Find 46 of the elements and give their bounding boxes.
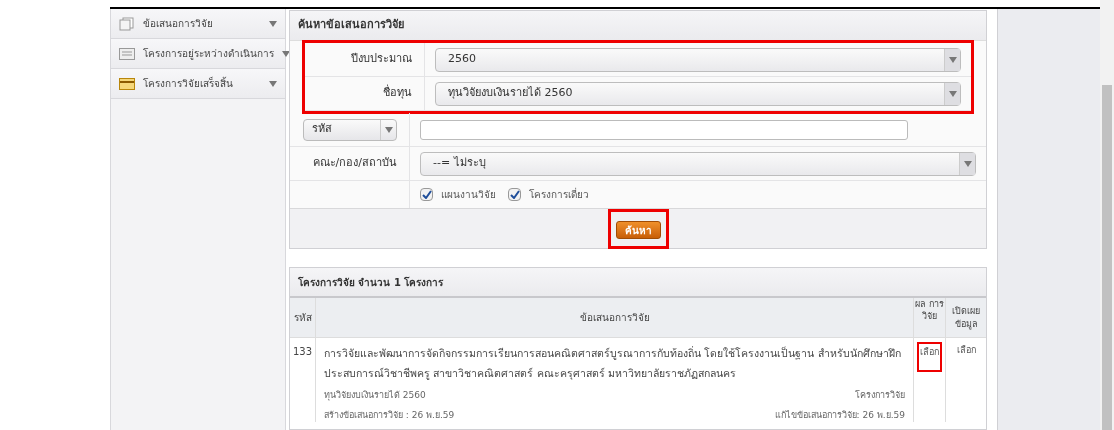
checkbox[interactable]	[420, 188, 433, 201]
list-icon	[119, 47, 135, 60]
column-header: เปิดเผย ข้อมูล	[951, 304, 981, 331]
field-label: ชื่อทุน	[383, 85, 412, 102]
panel-title: ค้นหาข้อเสนอการวิจัย	[298, 17, 404, 34]
select-link[interactable]: เลือก	[956, 344, 976, 422]
caret-icon	[282, 50, 290, 57]
caret-icon	[963, 160, 972, 167]
scrollbar[interactable]	[1100, 0, 1114, 430]
select-link[interactable]: เลือก	[920, 347, 939, 357]
dropdown[interactable]: ทุนวิจัยงบเงินรายได้ 2560	[435, 81, 961, 106]
project-type: โครงการวิจัย	[855, 389, 905, 402]
pages-icon	[119, 16, 135, 31]
sidebar-item[interactable]: ข้อเสนอการวิจัย	[111, 9, 285, 39]
table-cell: 133	[292, 346, 313, 357]
checkbox-label: แผนงานวิจัย	[441, 188, 496, 202]
sidebar-item-label: โครงการวิจัยเสร็จสิ้น	[143, 76, 234, 91]
input-field[interactable]	[420, 119, 908, 140]
card-icon	[119, 77, 135, 90]
field-type-dropdown[interactable]: รหัส	[303, 118, 397, 141]
caret-icon	[948, 90, 957, 97]
caret-icon	[269, 20, 277, 27]
checkbox[interactable]	[508, 188, 521, 201]
dropdown[interactable]: 2560	[435, 47, 961, 72]
sidebar-item-label: ข้อเสนอการวิจัย	[143, 17, 214, 31]
caret-icon	[384, 126, 393, 133]
dropdown-value: ทุนวิจัยงบเงินรายได้ 2560	[447, 85, 574, 102]
field-type-value: รหัส	[311, 121, 333, 138]
column-header: รหัส	[293, 311, 312, 325]
column-header: ข้อเสนอการวิจัย	[579, 311, 650, 325]
project-title: การวิจัยและพัฒนาการจัดกิจกรรมการเรียนการสอนคณิตศาสตร์บูรณาการกับท้องถิ่น โดยใช้โครงงานเป็นฐาน สำหรับนักศึกษาฝึกประสบการณ์วิชาชีพครู สาขาวิชาคณิตศาสตร์ คณะครุศาสตร์ มหาวิทยาลัยราชภัฏสกลนคร	[324, 345, 902, 382]
fund-name: ทุนวิจัยงบเงินรายได้ 2560	[324, 389, 426, 403]
checkbox-label: โครงการเดี่ยว	[529, 187, 589, 202]
sidebar-item-label: โครงการอยู่ระหว่างดำเนินการ	[143, 47, 274, 61]
panel-title: โครงการวิจัย จำนวน 1 โครงการ	[298, 275, 444, 290]
column-header: ผล การ วิจัย	[914, 298, 945, 322]
dropdown-value: 2560	[447, 51, 477, 68]
sidebar-item[interactable]: โครงการวิจัยเสร็จสิ้น	[111, 69, 285, 99]
field-label: คณะ/กอง/สถาบัน	[312, 155, 397, 172]
created-date: สร้างข้อเสนอการวิจัย : 26 พ.ย.59	[324, 408, 455, 422]
field-label: ปีงบประมาณ	[351, 51, 412, 68]
edited-date: แก้ไขข้อเสนอการวิจัย: 26 พ.ย.59	[774, 408, 905, 422]
caret-icon	[948, 56, 957, 63]
caret-icon	[269, 80, 277, 87]
dropdown-value: --= ไม่ระบุ	[432, 155, 487, 172]
dropdown[interactable]: --= ไม่ระบุ	[420, 151, 976, 176]
